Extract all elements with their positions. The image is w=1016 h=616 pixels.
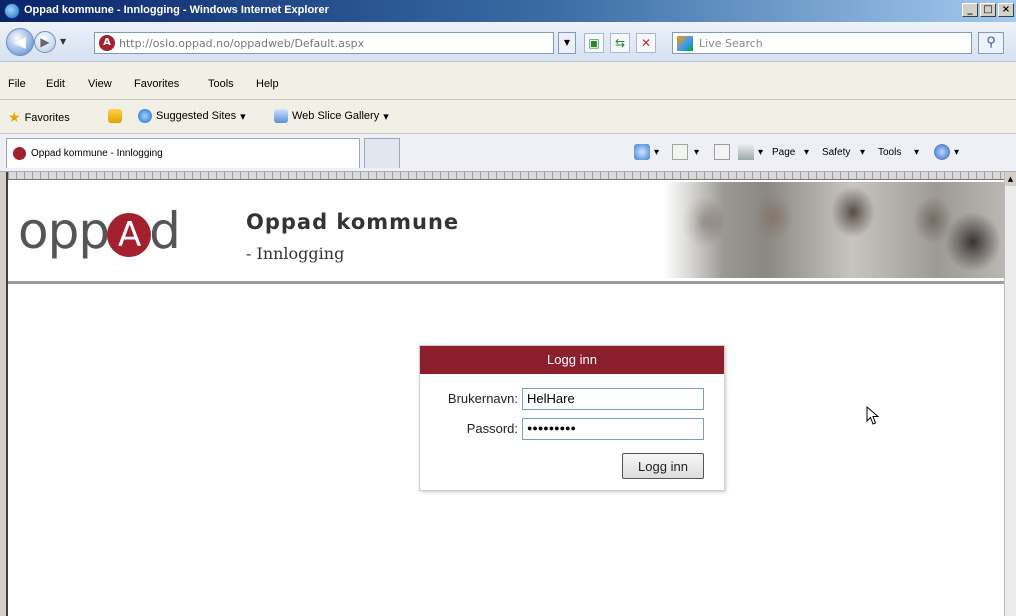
menu-favorites[interactable]: Favorites — [134, 78, 179, 90]
web-slice-gallery-link[interactable]: Web Slice Gallery ▾ — [274, 109, 389, 123]
feeds-icon[interactable] — [672, 144, 688, 160]
site-subtitle: - Innlogging — [246, 244, 345, 263]
username-input[interactable]: HelHare — [522, 388, 704, 410]
add-favorite-icon — [108, 109, 122, 123]
menu-view[interactable]: View — [88, 78, 112, 90]
chevron-down-icon[interactable]: ▾ — [694, 147, 699, 158]
username-label: Brukernavn: — [447, 391, 518, 406]
menu-help[interactable]: Help — [256, 78, 279, 90]
chevron-down-icon[interactable]: ▾ — [954, 147, 959, 158]
chevron-down-icon[interactable]: ▾ — [758, 147, 763, 158]
menu-bar: File Edit View Favorites Tools Help — [0, 62, 1016, 100]
web-slice-label: Web Slice Gallery — [292, 110, 380, 122]
site-header: opp Ad Oppad kommune - Innlogging — [8, 180, 1006, 284]
favorites-label: Favorites — [24, 111, 70, 124]
menu-file[interactable]: File — [8, 78, 26, 90]
mouse-cursor-icon — [866, 406, 880, 425]
vertical-scrollbar[interactable]: ▲ — [1004, 172, 1016, 616]
scroll-up-icon[interactable]: ▲ — [1005, 172, 1016, 186]
refresh-icon[interactable]: ⇆ — [610, 33, 630, 53]
page-content: opp Ad Oppad kommune - Innlogging Logg in… — [6, 172, 1006, 616]
close-button[interactable]: × — [998, 3, 1014, 17]
login-panel: Logg inn Brukernavn: HelHare Passord: ●●… — [419, 345, 725, 491]
logo-mark: A — [107, 213, 152, 257]
ie-app-icon — [4, 3, 20, 19]
logo-text-right: d — [149, 202, 181, 260]
star-icon: ★ — [8, 109, 21, 125]
suggested-sites-link[interactable]: Suggested Sites ▾ — [138, 109, 246, 123]
logo-text-left: opp — [18, 202, 110, 260]
page-menu[interactable]: Page — [772, 147, 795, 158]
address-dropdown-icon[interactable]: ▼ — [558, 32, 576, 54]
search-field[interactable]: Live Search — [672, 32, 972, 54]
home-icon[interactable] — [634, 144, 650, 160]
address-field[interactable]: A http://oslo.oppad.no/oppadweb/Default.… — [94, 32, 554, 54]
compatibility-icon[interactable]: ▣ — [584, 33, 604, 53]
menu-edit[interactable]: Edit — [46, 78, 65, 90]
window-controls: _ □ × — [962, 3, 1014, 17]
live-search-icon — [677, 36, 693, 51]
back-button[interactable]: ◀ — [6, 28, 34, 56]
chevron-down-icon: ▾ — [240, 110, 246, 123]
page-ruler — [8, 172, 1006, 180]
print-icon[interactable] — [738, 144, 754, 160]
favorites-bar: ★ Favorites Suggested Sites ▾ Web Slice … — [0, 100, 1016, 134]
chevron-down-icon[interactable]: ▾ — [804, 147, 809, 158]
suggested-sites-label: Suggested Sites — [156, 110, 237, 122]
ie-icon — [138, 109, 152, 123]
stop-icon[interactable]: ✕ — [636, 33, 656, 53]
mail-icon[interactable] — [714, 144, 730, 160]
help-icon[interactable] — [934, 144, 950, 160]
site-favicon-icon: A — [99, 35, 115, 51]
tools-menu[interactable]: Tools — [878, 147, 901, 158]
minimize-button[interactable]: _ — [962, 3, 978, 17]
history-dropdown-icon[interactable]: ▼ — [60, 37, 66, 46]
favorites-button[interactable]: ★ Favorites — [8, 109, 70, 126]
password-input[interactable]: ●●●●●●●●● — [522, 418, 704, 440]
site-title: Oppad kommune — [246, 210, 460, 234]
search-icon[interactable]: ⚲ — [978, 32, 1004, 54]
forward-button[interactable]: ▶ — [34, 31, 56, 53]
oppad-logo: opp Ad — [18, 202, 181, 260]
web-slice-icon — [274, 109, 288, 123]
chevron-down-icon[interactable]: ▾ — [654, 147, 659, 158]
login-heading: Logg inn — [420, 346, 724, 374]
window-title: Oppad kommune - Innlogging - Windows Int… — [24, 4, 329, 16]
password-label: Passord: — [466, 421, 518, 436]
maximize-button[interactable]: □ — [980, 3, 996, 17]
header-photo-fade — [663, 182, 723, 278]
safety-menu[interactable]: Safety — [822, 147, 850, 158]
tab-favicon-icon — [13, 147, 26, 160]
address-url[interactable]: http://oslo.oppad.no/oppadweb/Default.as… — [119, 37, 364, 50]
chevron-down-icon[interactable]: ▾ — [860, 147, 865, 158]
login-button[interactable]: Logg inn — [622, 453, 704, 479]
search-placeholder: Live Search — [699, 37, 763, 50]
window-titlebar: Oppad kommune - Innlogging - Windows Int… — [0, 0, 1016, 22]
address-toolbar: ◀ ▶ ▼ A http://oslo.oppad.no/oppadweb/De… — [0, 22, 1016, 62]
new-tab-button[interactable] — [364, 138, 400, 168]
add-favorite-button[interactable] — [108, 109, 122, 123]
tab-bar: Oppad kommune - Innlogging ▾ ▾ ▾ Page ▾ … — [0, 134, 1016, 172]
chevron-down-icon[interactable]: ▾ — [914, 147, 919, 158]
chevron-down-icon: ▾ — [383, 110, 389, 123]
tab-label: Oppad kommune - Innlogging — [31, 148, 163, 159]
tab-oppad-login[interactable]: Oppad kommune - Innlogging — [6, 138, 360, 168]
menu-tools[interactable]: Tools — [208, 78, 234, 90]
